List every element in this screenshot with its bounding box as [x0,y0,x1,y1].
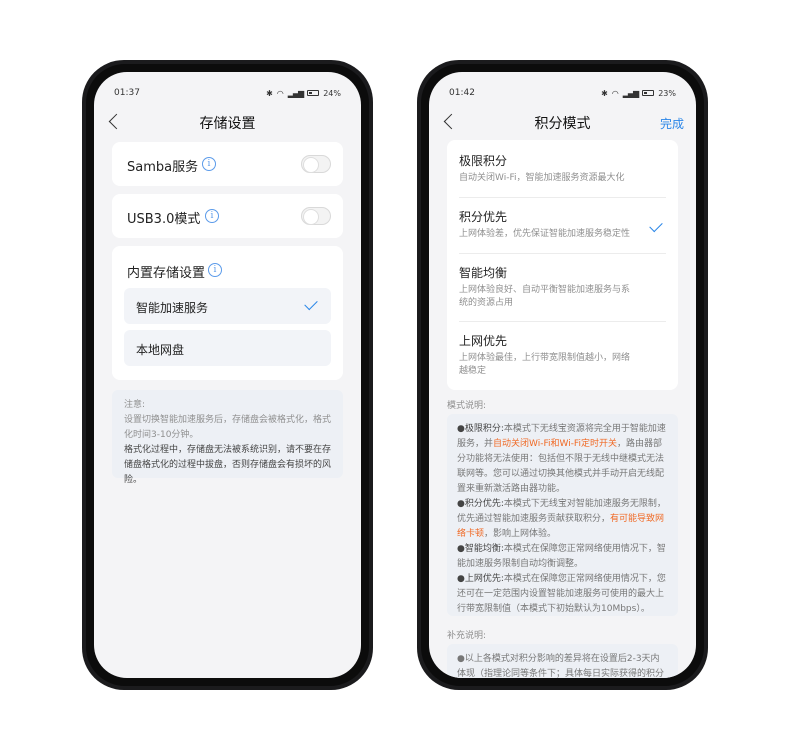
signal-icon: ▂▄▆ [622,88,640,98]
back-arrow-icon[interactable] [439,112,461,134]
supplement-box: ●以上各模式对积分影响的差异将在设置后2-3天内体现（指理论同等条件下；具体每日… [447,644,678,678]
wifi-icon: ◠ [611,88,619,98]
supplement-heading: 补充说明: [447,631,487,641]
usb3-setting-row: USB3.0模式 i [112,194,343,238]
bluetooth-icon: ✱ [601,88,608,98]
mode-option-internet[interactable]: 上网优先 上网体验最佳，上行带宽限制值越小，网络越稳定 [459,332,666,386]
option-local-disk[interactable]: 本地网盘 [124,330,331,366]
note-highlight: 自动关闭Wi-Fi和Wi-Fi定时开关 [493,439,617,449]
mode-title: 极限积分 [459,154,508,168]
status-icons: ✱ ◠ ▂▄▆ 23% [601,89,676,98]
signal-icon: ▂▄▆ [287,88,305,98]
note-bullet: ●极限积分: [457,424,504,434]
back-arrow-icon[interactable] [104,112,126,134]
note-balanced: ●智能均衡:本模式在保障您正常网络使用情况下，智能加速服务限制自动均衡调整。 [457,542,668,572]
nav-bar: 存储设置 [94,108,361,138]
notice-text-format: 设置切换智能加速服务后，存储盘会被格式化，格式化时间3-10分钟。 [124,415,332,440]
page-title: 存储设置 [199,116,256,132]
notice-box: 注意: 设置切换智能加速服务后，存储盘会被格式化，格式化时间3-10分钟。 格式… [112,390,343,485]
status-time: 01:37 [114,88,140,98]
checkmark-icon [304,296,318,311]
note-internet: ●上网优先:本模式在保障您正常网络使用情况下，您还可在一定范围内设置智能加速服务… [457,572,668,617]
storage-settings-card: 内置存储设置 i 智能加速服务 本地网盘 [112,246,343,380]
battery-percent: 24% [323,88,341,98]
battery-icon [307,90,320,96]
mode-title: 上网优先 [459,334,508,348]
status-time: 01:42 [449,88,475,98]
note-bullet: ●智能均衡: [457,544,504,554]
usb3-label: USB3.0模式 [127,212,201,227]
option-label: 本地网盘 [136,343,185,357]
note-text: ，影响上网体验。 [484,529,557,539]
storage-settings-screen: 01:37 ✱ ◠ ▂▄▆ 24% 存储设置 Samba服务 i USB3.0模… [94,72,361,678]
storage-label: 内置存储设置 [127,266,206,281]
page-title: 积分模式 [534,116,591,132]
phone-bezel: 01:37 ✱ ◠ ▂▄▆ 24% 存储设置 Samba服务 i USB3.0模… [86,64,369,686]
note-priority: ●积分优先:本模式下无线宝对智能加速服务无限制，优先通过智能加速服务贡献获取积分… [457,497,668,542]
bluetooth-icon: ✱ [266,88,273,98]
done-button[interactable]: 完成 [660,115,684,132]
mode-title: 积分优先 [459,210,508,224]
status-bar: 01:42 ✱ ◠ ▂▄▆ 23% [449,86,676,100]
usb3-toggle[interactable] [301,207,331,225]
samba-label: Samba服务 [127,160,199,175]
battery-percent: 23% [658,88,676,98]
usb3-info-icon[interactable]: i [205,209,219,223]
note-bullet: ●上网优先: [457,574,504,584]
option-label: 智能加速服务 [136,301,209,315]
note-bullet: ●积分优先: [457,499,504,509]
note-extreme: ●极限积分:本模式下无线宝资源将完全用于智能加速服务，并自动关闭Wi-Fi和Wi… [457,422,668,497]
mode-description: 自动关闭Wi-Fi，智能加速服务资源最大化 [459,173,625,183]
checkmark-icon [649,218,663,233]
notice-heading: 注意: [124,400,146,410]
nav-bar: 积分模式 完成 [429,108,696,138]
mode-notes-heading: 模式说明: [447,401,487,411]
supplement-text: ●以上各模式对积分影响的差异将在设置后2-3天内体现（指理论同等条件下；具体每日… [457,654,665,678]
phone-bezel: 01:42 ✱ ◠ ▂▄▆ 23% 积分模式 完成 极限积分 自动关闭Wi-Fi [421,64,704,686]
battery-icon [642,90,655,96]
points-mode-screen: 01:42 ✱ ◠ ▂▄▆ 23% 积分模式 完成 极限积分 自动关闭Wi-Fi [429,72,696,678]
status-icons: ✱ ◠ ▂▄▆ 24% [266,89,341,98]
option-smart-acceleration[interactable]: 智能加速服务 [124,288,331,324]
storage-info-icon[interactable]: i [208,263,222,277]
samba-setting-row: Samba服务 i [112,142,343,186]
mode-description: 上网体验差，优先保证智能加速服务稳定性 [459,229,631,239]
samba-info-icon[interactable]: i [202,157,216,171]
mode-title: 智能均衡 [459,266,508,280]
phone-frame-right: 01:42 ✱ ◠ ▂▄▆ 23% 积分模式 完成 极限积分 自动关闭Wi-Fi [417,60,708,690]
status-bar: 01:37 ✱ ◠ ▂▄▆ 24% [114,86,341,100]
notice-text-warning: 格式化过程中，存储盘无法被系统识别，请不要在存储盘格式化的过程中拔盘，否则存储盘… [124,445,332,485]
mode-description: 上网体验最佳，上行带宽限制值越小，网络越稳定 [459,353,631,376]
mode-list-card: 极限积分 自动关闭Wi-Fi，智能加速服务资源最大化 积分优先 上网体验差，优先… [447,140,678,390]
mode-notes-box: ●极限积分:本模式下无线宝资源将完全用于智能加速服务，并自动关闭Wi-Fi和Wi… [447,414,678,616]
mode-option-extreme[interactable]: 极限积分 自动关闭Wi-Fi，智能加速服务资源最大化 [459,152,666,198]
samba-toggle[interactable] [301,155,331,173]
mode-option-priority[interactable]: 积分优先 上网体验差，优先保证智能加速服务稳定性 [459,208,666,254]
wifi-icon: ◠ [276,88,284,98]
mode-description: 上网体验良好、自动平衡智能加速服务与系统的资源占用 [459,285,631,308]
phone-frame-left: 01:37 ✱ ◠ ▂▄▆ 24% 存储设置 Samba服务 i USB3.0模… [82,60,373,690]
mode-option-balanced[interactable]: 智能均衡 上网体验良好、自动平衡智能加速服务与系统的资源占用 [459,264,666,322]
